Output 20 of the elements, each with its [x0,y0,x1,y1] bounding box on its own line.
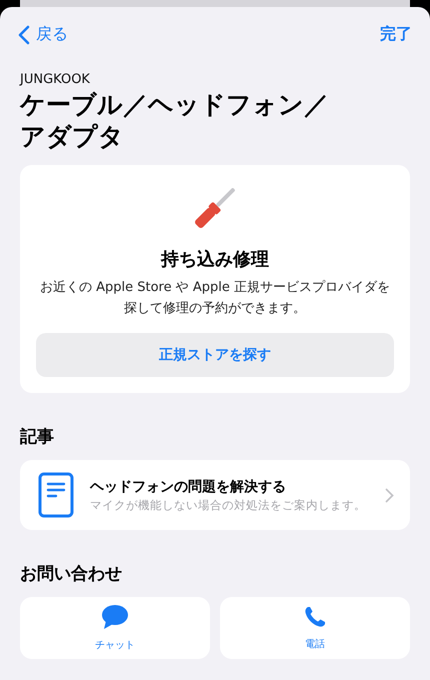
contact-button[interactable]: チャット [20,597,210,659]
page-title: ケーブル／ヘッドフォン／ [20,89,329,121]
repair-description: お近くの Apple Store や Apple 正規サービスプロバイダを探して修理の予約ができます。 [38,279,392,318]
speech-bubble-icon [101,604,129,630]
find-store-button[interactable]: 正規ストアを探す [36,333,394,377]
phone-icon [303,605,327,629]
chevron-right-icon [385,488,394,502]
section-heading: 記事 [20,426,55,448]
done-button[interactable]: 完了 [374,20,418,49]
document-icon [38,472,74,518]
chevron-left-icon [18,24,30,44]
contact-button[interactable]: 電話 [220,597,410,659]
device-owner: JUNGKOOK [20,72,91,87]
back-button[interactable]: 戻る [12,20,74,49]
article-title: ヘッドフォンの問題を解決する [90,478,287,496]
section-heading: お問い合わせ [20,563,123,585]
repair-title: 持ち込み修理 [161,248,269,271]
article-summary: マイクが機能しない場合の対処法をご案内します。 [90,498,367,512]
article-row[interactable]: ヘッドフォンの問題を解決する マイクが機能しない場合の対処法をご案内します。 [20,460,410,530]
page-title: アダプタ [20,121,124,153]
